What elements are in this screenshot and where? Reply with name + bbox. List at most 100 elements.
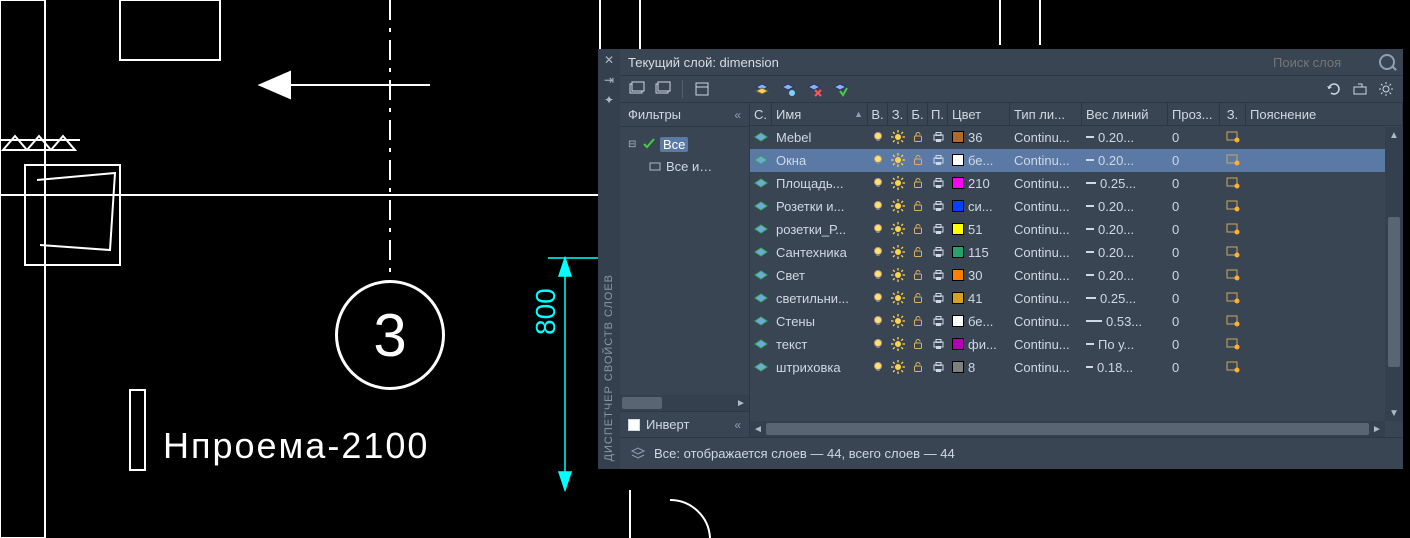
lock-icon[interactable] [912,177,924,189]
layer-lineweight[interactable]: 0.18... [1082,356,1168,378]
printer-icon[interactable] [932,246,945,259]
bulb-icon[interactable] [872,292,884,304]
sun-icon[interactable] [891,153,905,167]
col-newvp[interactable]: З. [1220,103,1246,125]
layer-transparency[interactable]: 0 [1168,264,1220,286]
layer-linetype[interactable]: Continu... [1010,264,1082,286]
pin-icon[interactable]: ⇥ [602,73,616,87]
layer-description[interactable] [1246,333,1403,355]
layer-lineweight[interactable]: 0.20... [1082,264,1168,286]
layer-transparency[interactable]: 0 [1168,195,1220,217]
lock-icon[interactable] [912,200,924,212]
layer-transparency[interactable]: 0 [1168,172,1220,194]
layer-color[interactable]: бе... [948,149,1010,171]
filters-scroll-thumb[interactable] [622,397,662,409]
layer-lineweight[interactable]: 0.20... [1082,195,1168,217]
sun-icon[interactable] [891,222,905,236]
toggle-override-icon[interactable] [1349,79,1371,99]
layer-name[interactable]: светильни... [772,287,868,309]
close-icon[interactable]: ✕ [602,53,616,67]
bulb-icon[interactable] [872,200,884,212]
col-lineweight[interactable]: Вес линий [1082,103,1168,125]
layers-hscrollbar[interactable]: ◄ ► [750,421,1385,437]
scroll-left-icon[interactable]: ◄ [750,421,766,437]
invert-checkbox[interactable] [628,419,640,431]
layer-transparency[interactable]: 0 [1168,356,1220,378]
bulb-icon[interactable] [872,315,884,327]
new-vp-freeze-icon[interactable] [1226,246,1240,258]
col-on[interactable]: В. [868,103,888,125]
bulb-icon[interactable] [872,223,884,235]
lock-icon[interactable] [912,269,924,281]
new-vp-freeze-icon[interactable] [1226,315,1240,327]
col-plot[interactable]: П. [928,103,948,125]
layer-color[interactable]: фи... [948,333,1010,355]
layer-description[interactable] [1246,218,1403,240]
new-vp-freeze-icon[interactable] [1226,361,1240,373]
layer-color[interactable]: 36 [948,126,1010,148]
layer-linetype[interactable]: Continu... [1010,310,1082,332]
printer-icon[interactable] [932,361,945,374]
layer-name[interactable]: штриховка [772,356,868,378]
new-layer-icon[interactable] [751,79,773,99]
layer-name[interactable]: Свет [772,264,868,286]
bulb-icon[interactable] [872,246,884,258]
new-vp-freeze-icon[interactable] [1226,223,1240,235]
lock-icon[interactable] [912,361,924,373]
layer-color[interactable]: бе... [948,310,1010,332]
col-name[interactable]: Имя▲ [772,103,868,125]
layer-name[interactable]: розетки_Р... [772,218,868,240]
printer-icon[interactable] [932,315,945,328]
lock-icon[interactable] [912,315,924,327]
sun-icon[interactable] [891,176,905,190]
layer-lineweight[interactable]: 0.20... [1082,149,1168,171]
layer-row[interactable]: Стеныбе...Continu...0.53...0 [750,310,1403,333]
new-vp-freeze-icon[interactable] [1226,154,1240,166]
sun-icon[interactable] [891,245,905,259]
printer-icon[interactable] [932,154,945,167]
printer-icon[interactable] [932,292,945,305]
layer-row[interactable]: Свет 30Continu...0.20...0 [750,264,1403,287]
col-status[interactable]: С. [750,103,772,125]
layer-name[interactable]: текст [772,333,868,355]
filters-hscrollbar[interactable]: ◄ ► [620,395,749,411]
scroll-down-icon[interactable]: ▼ [1385,405,1403,421]
col-linetype[interactable]: Тип ли... [1010,103,1082,125]
layer-linetype[interactable]: Continu... [1010,195,1082,217]
layer-color[interactable]: 30 [948,264,1010,286]
bulb-icon[interactable] [872,338,884,350]
printer-icon[interactable] [932,131,945,144]
layer-row[interactable]: штриховка8Continu...0.18...0 [750,356,1403,379]
new-vp-freeze-icon[interactable] [1226,269,1240,281]
bulb-icon[interactable] [872,269,884,281]
layer-description[interactable] [1246,356,1403,378]
sun-icon[interactable] [891,291,905,305]
layer-name[interactable]: Площадь... [772,172,868,194]
layer-lineweight[interactable]: По у... [1082,333,1168,355]
layer-row[interactable]: розетки_Р...51Continu...0.20...0 [750,218,1403,241]
layers-vscroll-thumb[interactable] [1388,217,1400,367]
layer-transparency[interactable]: 0 [1168,287,1220,309]
layer-lineweight[interactable]: 0.25... [1082,172,1168,194]
layer-description[interactable] [1246,264,1403,286]
layer-color[interactable]: 8 [948,356,1010,378]
layer-row[interactable]: Mebel36Continu...0.20...0 [750,126,1403,149]
layer-description[interactable] [1246,172,1403,194]
new-group-filter-icon[interactable] [652,79,674,99]
lock-icon[interactable] [912,292,924,304]
tree-collapse-icon[interactable]: ⊟ [628,139,638,150]
menu-icon[interactable]: ✦ [602,93,616,107]
sun-icon[interactable] [891,130,905,144]
layer-linetype[interactable]: Continu... [1010,126,1082,148]
layer-lineweight[interactable]: 0.53... [1082,310,1168,332]
sun-icon[interactable] [891,199,905,213]
layer-name[interactable]: Розетки и... [772,195,868,217]
layer-linetype[interactable]: Continu... [1010,218,1082,240]
layer-color[interactable]: 41 [948,287,1010,309]
printer-icon[interactable] [932,269,945,282]
new-vp-freeze-icon[interactable] [1226,177,1240,189]
layer-lineweight[interactable]: 0.20... [1082,218,1168,240]
new-layer-vp-frozen-icon[interactable] [777,79,799,99]
lock-icon[interactable] [912,246,924,258]
layers-vscrollbar[interactable]: ▲ ▼ [1385,127,1403,421]
